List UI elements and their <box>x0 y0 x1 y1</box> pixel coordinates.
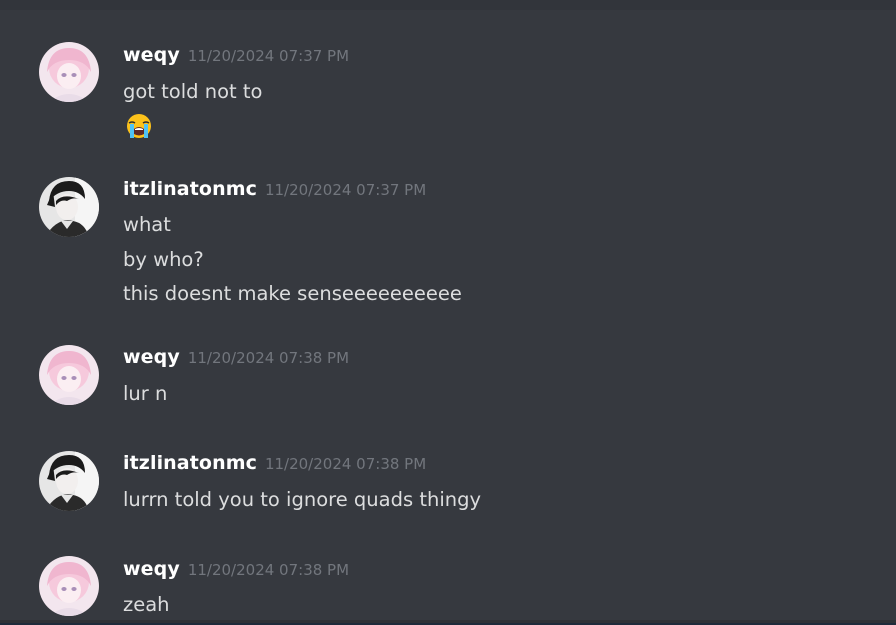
message-text: what <box>123 213 171 236</box>
monochrome-anime-avatar-icon <box>39 177 99 237</box>
message-text: this doesnt make senseeeeeeeeee <box>123 282 462 305</box>
message-text: zeah <box>123 593 170 616</box>
message-text: got told not to <box>123 80 263 103</box>
message-text: lur n <box>123 382 168 405</box>
message-text: lurrn told you to ignore quads thingy <box>123 488 482 511</box>
timestamp[interactable]: 11/20/2024 07:38 PM <box>188 349 349 367</box>
pink-anime-avatar-icon <box>39 42 99 102</box>
avatar[interactable] <box>39 556 99 616</box>
username[interactable]: weqy <box>123 44 180 66</box>
monochrome-anime-avatar-icon <box>39 451 99 511</box>
timestamp[interactable]: 11/20/2024 07:37 PM <box>188 47 349 65</box>
username[interactable]: itzlinatonmc <box>123 178 257 200</box>
timestamp[interactable]: 11/20/2024 07:38 PM <box>265 455 426 473</box>
username[interactable]: weqy <box>123 558 180 580</box>
timestamp[interactable]: 11/20/2024 07:37 PM <box>265 181 426 199</box>
pink-anime-avatar-icon <box>39 556 99 616</box>
loudly-crying-face-emoji-icon[interactable] <box>125 112 153 140</box>
avatar[interactable] <box>39 345 99 405</box>
username[interactable]: weqy <box>123 346 180 368</box>
avatar[interactable] <box>39 451 99 511</box>
avatar[interactable] <box>39 42 99 102</box>
timestamp[interactable]: 11/20/2024 07:38 PM <box>188 561 349 579</box>
top-edge <box>0 0 896 10</box>
username[interactable]: itzlinatonmc <box>123 452 257 474</box>
avatar[interactable] <box>39 177 99 237</box>
pink-anime-avatar-icon <box>39 345 99 405</box>
message-text: by who? <box>123 248 204 271</box>
